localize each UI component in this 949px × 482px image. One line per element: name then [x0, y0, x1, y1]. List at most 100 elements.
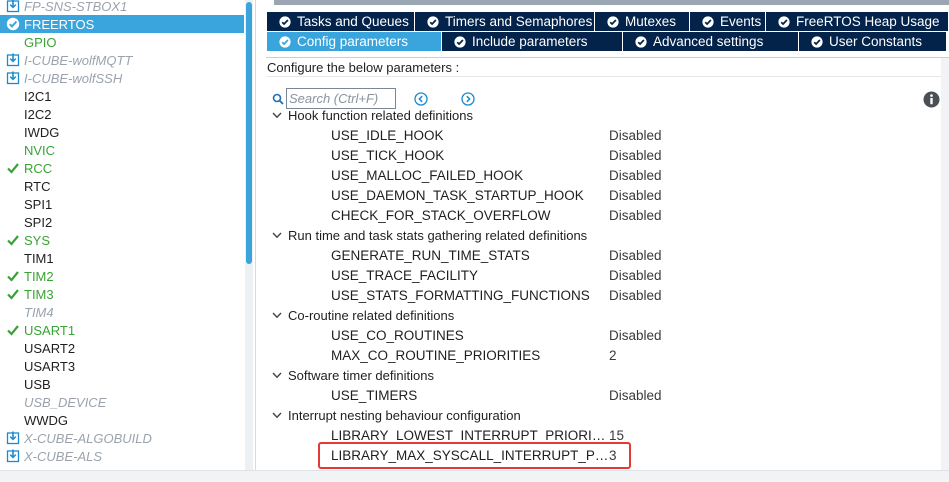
tab-include-parameters[interactable]: Include parameters [442, 32, 623, 51]
param-value[interactable]: Disabled [609, 168, 662, 183]
param-row[interactable]: USE_MALLOC_FAILED_HOOK Disabled [331, 165, 941, 185]
tab-user-constants[interactable]: User Constants [799, 32, 947, 51]
tab-advanced-settings[interactable]: Advanced settings [623, 32, 799, 51]
tree-item-label: RTC [24, 178, 51, 194]
tree-item-usart1[interactable]: USART1 [0, 321, 244, 339]
tree-item-i-cube-wolfssh[interactable]: I-CUBE-wolfSSH [0, 69, 244, 87]
chevron-down-icon[interactable] [272, 230, 282, 240]
bottom-scrollbar[interactable] [0, 470, 949, 482]
param-group[interactable]: Co-routine related definitions [272, 305, 454, 325]
tree-item-fp-sns-stbox1[interactable]: FP-SNS-STBOX1 [0, 0, 244, 15]
chevron-down-icon[interactable] [272, 310, 282, 320]
chevron-down-icon[interactable] [272, 410, 282, 420]
tree-item-label: WWDG [24, 412, 69, 428]
tree-item-gpio[interactable]: GPIO [0, 33, 244, 51]
tab-mutexes[interactable]: Mutexes [595, 12, 690, 31]
tree-item-usb[interactable]: USB [0, 375, 244, 393]
tree-item-i2c2[interactable]: I2C2 [0, 105, 244, 123]
param-row[interactable]: GENERATE_RUN_TIME_STATS Disabled [331, 245, 941, 265]
chevron-down-icon[interactable] [272, 370, 282, 380]
tree-item-spi1[interactable]: SPI1 [0, 195, 244, 213]
download-icon [6, 53, 20, 67]
tree-scrollbar-thumb[interactable] [246, 2, 252, 264]
tree-item-sys[interactable]: SYS [0, 231, 244, 249]
param-row[interactable]: USE_TRACE_FACILITY Disabled [331, 265, 941, 285]
tree-item-i2c1[interactable]: I2C1 [0, 87, 244, 105]
param-value[interactable]: Disabled [609, 388, 662, 403]
check-circle-icon [607, 15, 619, 28]
param-name: USE_IDLE_HOOK [331, 127, 444, 143]
param-group[interactable]: Software timer definitions [272, 365, 434, 385]
check-circle-icon [635, 35, 647, 48]
param-name: USE_DAEMON_TASK_STARTUP_HOOK [331, 187, 584, 203]
search-next-icon[interactable] [461, 92, 475, 106]
param-value[interactable]: 15 [609, 428, 624, 443]
param-value[interactable]: Disabled [609, 268, 662, 283]
tree-item-label: IWDG [24, 124, 60, 140]
tree-item-spi2[interactable]: SPI2 [0, 213, 244, 231]
tree-item-x-cube-algobuild[interactable]: X-CUBE-ALGOBUILD [0, 429, 244, 447]
params-scrollbar[interactable] [941, 58, 949, 470]
param-value[interactable]: Disabled [609, 208, 662, 223]
tree-item-freertos[interactable]: FREERTOS [0, 15, 244, 33]
tree-item-label: NVIC [24, 142, 56, 158]
tree-item-iwdg[interactable]: IWDG [0, 123, 244, 141]
param-value[interactable]: Disabled [609, 288, 662, 303]
param-row[interactable]: MAX_CO_ROUTINE_PRIORITIES 2 [331, 345, 941, 365]
tab-row-2: Config parameters Include parameters Advan… [267, 32, 947, 51]
param-group[interactable]: Run time and task stats gathering relate… [272, 225, 587, 245]
tree-item-tim3[interactable]: TIM3 [0, 285, 244, 303]
tree-item-usart2[interactable]: USART2 [0, 339, 244, 357]
param-row[interactable]: USE_STATS_FORMATTING_FUNCTIONS Disabled [331, 285, 941, 305]
tree-item-nvic[interactable]: NVIC [0, 141, 244, 159]
tree-item-rcc[interactable]: RCC [0, 159, 244, 177]
download-icon [6, 431, 20, 445]
param-group[interactable]: Hook function related definitions [272, 108, 473, 125]
search-previous-icon[interactable] [414, 92, 428, 106]
tab-freertos-heap-usage[interactable]: FreeRTOS Heap Usage [766, 12, 949, 31]
tab-events[interactable]: Events [690, 12, 766, 31]
tree-item-x-cube-als[interactable]: X-CUBE-ALS [0, 447, 244, 465]
check-circle-icon [778, 15, 790, 28]
tree-item-usb-device[interactable]: USB_DEVICE [0, 393, 244, 411]
tree-item-rtc[interactable]: RTC [0, 177, 244, 195]
freertos-config-panel: Tasks and Queues Timers and Semaphores Mut… [262, 0, 949, 470]
info-icon[interactable] [923, 91, 940, 108]
param-group[interactable]: Interrupt nesting behaviour configuratio… [272, 405, 521, 425]
tree-item-usart3[interactable]: USART3 [0, 357, 244, 375]
tree-item-label: SPI1 [24, 196, 53, 212]
tree-item-wwdg[interactable]: WWDG [0, 411, 244, 429]
tree-item-tim2[interactable]: TIM2 [0, 267, 244, 285]
tab-tasks-and-queues[interactable]: Tasks and Queues [267, 12, 415, 31]
param-name: USE_TRACE_FACILITY [331, 267, 479, 283]
check-icon [7, 271, 19, 282]
search-input[interactable] [286, 88, 396, 109]
check-circle-icon [454, 35, 466, 48]
param-row[interactable]: USE_CO_ROUTINES Disabled [331, 325, 941, 345]
download-icon [6, 0, 20, 13]
tree-item-label: TIM1 [24, 250, 54, 266]
chevron-down-icon[interactable] [272, 110, 282, 120]
param-value[interactable]: Disabled [609, 128, 662, 143]
tree-scrollbar[interactable] [245, 0, 253, 470]
param-row[interactable]: USE_TICK_HOOK Disabled [331, 145, 941, 165]
param-value[interactable]: Disabled [609, 328, 662, 343]
param-row[interactable]: CHECK_FOR_STACK_OVERFLOW Disabled [331, 205, 941, 225]
param-row[interactable]: USE_TIMERS Disabled [331, 385, 941, 405]
tree-item-i-cube-wolfmqtt[interactable]: I-CUBE-wolfMQTT [0, 51, 244, 69]
param-row[interactable]: USE_IDLE_HOOK Disabled [331, 125, 941, 145]
tree-item-tim4[interactable]: TIM4 [0, 303, 244, 321]
tab-config-parameters[interactable]: Config parameters [267, 32, 442, 51]
param-value[interactable]: 2 [609, 348, 617, 363]
tree-item-label: SYS [24, 232, 51, 248]
param-value[interactable]: Disabled [609, 148, 662, 163]
param-group-label: Hook function related definitions [288, 108, 474, 123]
tree-item-tim1[interactable]: TIM1 [0, 249, 244, 267]
param-row[interactable]: USE_DAEMON_TASK_STARTUP_HOOK Disabled [331, 185, 941, 205]
check-circle-icon [427, 15, 439, 28]
tab-timers-and-semaphores[interactable]: Timers and Semaphores [415, 12, 595, 31]
param-value[interactable]: Disabled [609, 248, 662, 263]
param-name: USE_TICK_HOOK [331, 147, 445, 163]
check-icon [6, 233, 20, 247]
param-value[interactable]: Disabled [609, 188, 662, 203]
